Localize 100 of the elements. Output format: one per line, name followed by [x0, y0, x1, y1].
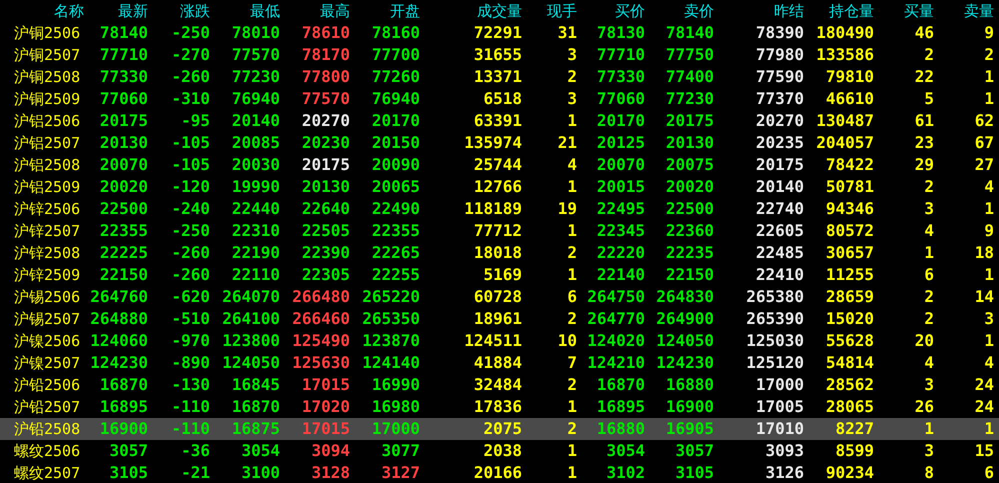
- table-cell: 16905: [666, 422, 714, 436]
- table-cell: 22110: [232, 268, 280, 282]
- table-cell: 72291: [474, 26, 522, 40]
- table-cell: 1: [567, 400, 577, 414]
- column-header[interactable]: 卖量: [934, 0, 994, 22]
- table-cell: -970: [171, 334, 210, 348]
- column-header[interactable]: 买价: [577, 0, 645, 22]
- table-cell: 4: [984, 180, 994, 194]
- table-cell: 1: [984, 334, 994, 348]
- contract-name: 沪铜2506: [13, 23, 82, 44]
- table-cell: 3057: [675, 444, 714, 458]
- table-cell: 124140: [362, 356, 420, 370]
- table-cell: 77700: [372, 48, 420, 62]
- table-cell: 20166: [474, 466, 522, 480]
- table-cell: 180490: [816, 26, 874, 40]
- table-cell: 17000: [756, 378, 804, 392]
- table-cell: 3102: [606, 466, 645, 480]
- table-cell: 41884: [474, 356, 522, 370]
- table-cell: 20270: [302, 114, 350, 128]
- table-cell: 264830: [656, 290, 714, 304]
- table-cell: 94346: [826, 202, 874, 216]
- table-cell: 1: [984, 92, 994, 106]
- table-cell: 2: [567, 378, 577, 392]
- table-cell: 10: [558, 334, 577, 348]
- table-cell: 22390: [302, 246, 350, 260]
- table-cell: 20130: [666, 136, 714, 150]
- table-cell: 62: [974, 114, 994, 128]
- table-cell: 20020: [100, 180, 148, 194]
- table-cell: 20030: [232, 158, 280, 172]
- table-cell: 61: [914, 114, 934, 128]
- table-cell: 77980: [756, 48, 804, 62]
- table-cell: 77750: [666, 48, 714, 62]
- table-cell: 1: [567, 444, 577, 458]
- table-cell: 9: [984, 224, 994, 238]
- column-header[interactable]: 名称: [0, 0, 84, 22]
- table-cell: 67: [974, 136, 994, 150]
- table-cell: 2: [984, 48, 994, 62]
- table-cell: 77712: [474, 224, 522, 238]
- column-header[interactable]: 卖价: [645, 0, 714, 22]
- table-cell: 20: [914, 334, 934, 348]
- table-cell: 20065: [372, 180, 420, 194]
- column-header[interactable]: 昨结: [714, 0, 804, 22]
- table-cell: 77330: [596, 70, 645, 84]
- table-cell: 16870: [100, 378, 148, 392]
- table-cell: 22605: [756, 224, 804, 238]
- table-cell: 22355: [372, 224, 420, 238]
- table-cell: 78422: [826, 158, 874, 172]
- table-cell: 20090: [372, 158, 420, 172]
- column-header[interactable]: 持仓量: [804, 0, 874, 22]
- quote-row[interactable]: 沪铅2508 16900 -110 16875 17015 17000 2075 2 16880 16905 17010 8227 1 1: [0, 418, 999, 440]
- table-cell: 6518: [483, 92, 522, 106]
- table-cell: 22500: [100, 202, 148, 216]
- column-header[interactable]: 最高: [280, 0, 350, 22]
- table-cell: 4: [984, 356, 994, 370]
- table-cell: 7: [567, 356, 577, 370]
- column-header[interactable]: 买量: [874, 0, 934, 22]
- table-cell: -510: [171, 312, 210, 326]
- table-cell: 22255: [372, 268, 420, 282]
- table-cell: 22490: [372, 202, 420, 216]
- table-cell: 3127: [381, 466, 420, 480]
- column-header[interactable]: 最低: [210, 0, 280, 22]
- contract-name: 沪铜2508: [13, 67, 82, 88]
- table-cell: 15: [974, 444, 994, 458]
- table-cell: 3054: [606, 444, 645, 458]
- table-cell: 265350: [362, 312, 420, 326]
- table-cell: 135974: [464, 136, 522, 150]
- table-cell: 2075: [483, 422, 522, 436]
- column-header[interactable]: 最新: [84, 0, 148, 22]
- table-cell: 5: [924, 92, 934, 106]
- contract-name: 沪铝2507: [13, 133, 82, 154]
- table-cell: 25744: [474, 158, 522, 172]
- table-cell: 22220: [596, 246, 645, 260]
- column-header[interactable]: 现手: [522, 0, 577, 22]
- table-cell: -120: [171, 180, 210, 194]
- table-cell: -21: [181, 466, 210, 480]
- table-cell: 17015: [302, 422, 350, 436]
- table-cell: 16870: [232, 400, 280, 414]
- table-cell: 77260: [372, 70, 420, 84]
- column-header[interactable]: 涨跌: [148, 0, 210, 22]
- contract-name: 沪铝2506: [13, 111, 82, 132]
- table-cell: 124020: [587, 334, 645, 348]
- table-cell: 21: [558, 136, 577, 150]
- table-cell: 1: [984, 422, 994, 436]
- table-cell: 123870: [362, 334, 420, 348]
- column-header[interactable]: 开盘: [350, 0, 420, 22]
- table-cell: 77570: [302, 92, 350, 106]
- table-cell: 31: [558, 26, 577, 40]
- table-cell: 2: [567, 246, 577, 260]
- table-cell: 20175: [100, 114, 148, 128]
- table-cell: 76940: [232, 92, 280, 106]
- table-cell: 264100: [222, 312, 280, 326]
- table-cell: 20175: [666, 114, 714, 128]
- table-cell: 14: [974, 290, 994, 304]
- table-cell: 63391: [474, 114, 522, 128]
- table-cell: 15020: [826, 312, 874, 326]
- table-cell: 2: [924, 312, 934, 326]
- contract-name: 沪铜2507: [13, 45, 82, 66]
- table-cell: 78010: [232, 26, 280, 40]
- table-cell: 22495: [596, 202, 645, 216]
- column-header[interactable]: 成交量: [420, 0, 522, 22]
